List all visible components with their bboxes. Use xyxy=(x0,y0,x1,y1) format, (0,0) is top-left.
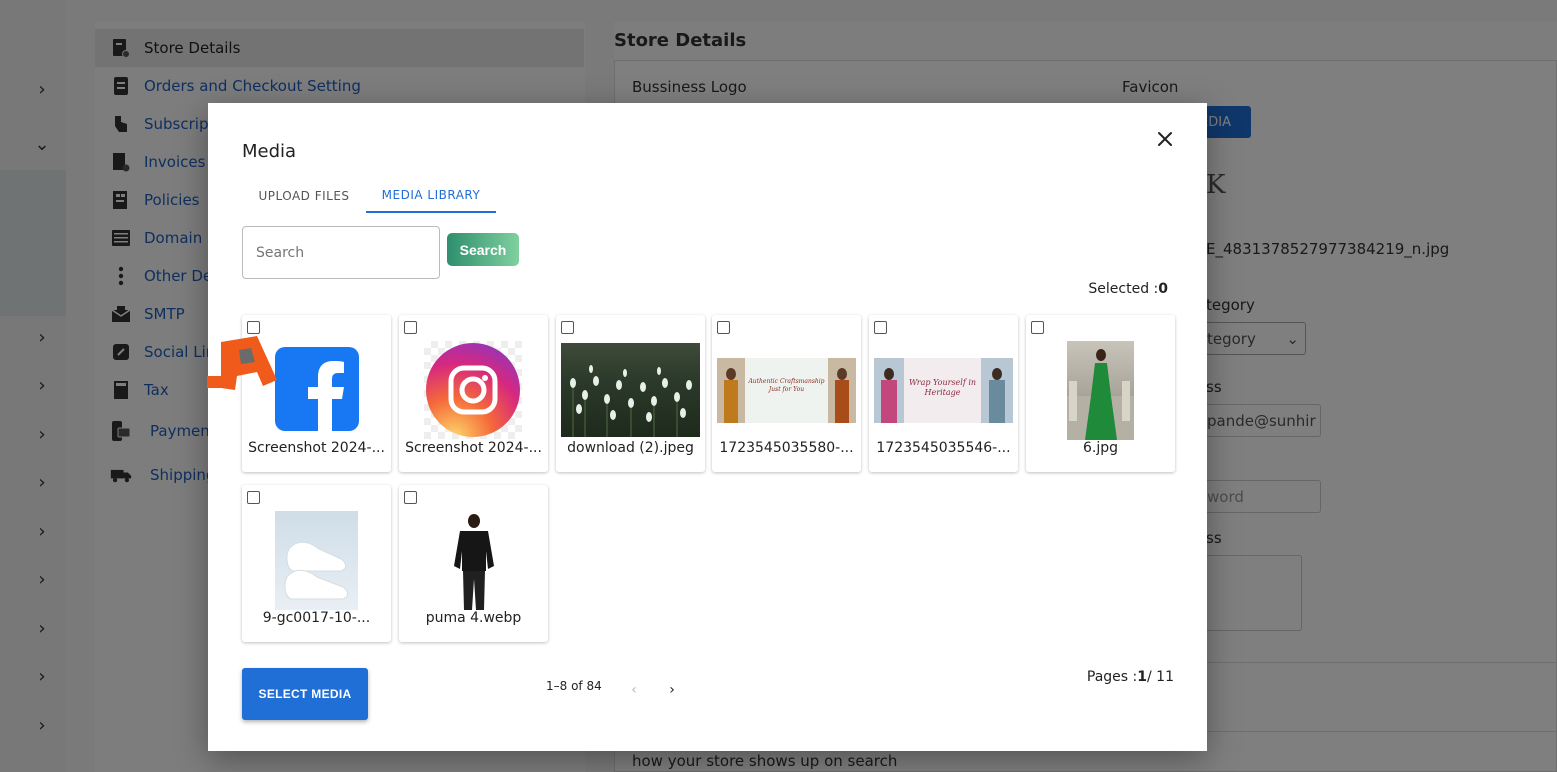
pages-label: Pages : xyxy=(1086,669,1138,685)
total-pages: / 11 xyxy=(1147,669,1174,685)
pagination-range: 1–8 of 84 xyxy=(546,679,602,693)
media-item-checkbox[interactable] xyxy=(874,321,887,334)
modal-title: Media xyxy=(242,141,297,162)
media-item-name: 9-gc0017-10-... xyxy=(262,610,371,626)
authentic-craftsmanship-banner-thumbnail: Authentic Craftsmanship Just for You xyxy=(717,358,856,423)
media-item[interactable]: download (2).jpeg xyxy=(556,315,705,472)
instagram-logo-thumbnail xyxy=(424,341,522,439)
media-item-checkbox[interactable] xyxy=(561,321,574,334)
media-item-checkbox[interactable] xyxy=(247,321,260,334)
media-item[interactable]: Wrap Yourself in Heritage 1723545035546-… xyxy=(869,315,1018,472)
chevron-right-icon: › xyxy=(669,682,675,698)
selected-count-value: 0 xyxy=(1158,281,1168,297)
selected-count: Selected :0 xyxy=(1008,281,1168,297)
media-item-name: 1723545035580-... xyxy=(719,440,854,456)
media-item-name: Screenshot 2024-... xyxy=(405,440,542,456)
media-item-name: 1723545035546-... xyxy=(876,440,1011,456)
media-item[interactable]: Authentic Craftsmanship Just for You 172… xyxy=(712,315,861,472)
banner-text: Wrap Yourself in Heritage xyxy=(908,378,977,397)
media-item-name: Screenshot 2024-... xyxy=(248,440,385,456)
media-item-checkbox[interactable] xyxy=(717,321,730,334)
media-item-checkbox[interactable] xyxy=(1031,321,1044,334)
media-item-checkbox[interactable] xyxy=(404,491,417,504)
media-item-checkbox[interactable] xyxy=(247,491,260,504)
close-button[interactable] xyxy=(1153,127,1177,151)
media-item-checkbox[interactable] xyxy=(404,321,417,334)
snowdrop-flowers-thumbnail xyxy=(561,343,700,437)
selected-label: Selected : xyxy=(1088,281,1159,297)
media-item-name: 6.jpg xyxy=(1082,440,1119,456)
chevron-left-icon: ‹ xyxy=(631,682,637,698)
facebook-logo-thumbnail xyxy=(275,347,359,431)
banner-text: Authentic Craftsmanship Just for You xyxy=(748,378,825,393)
tab-upload-files[interactable]: UPLOAD FILES xyxy=(242,179,366,213)
search-button[interactable]: Search xyxy=(447,233,519,266)
current-page: 1 xyxy=(1137,669,1148,685)
media-item[interactable]: 6.jpg xyxy=(1026,315,1175,472)
prev-page-button[interactable]: ‹ xyxy=(625,682,643,702)
wrap-yourself-heritage-banner-thumbnail: Wrap Yourself in Heritage xyxy=(874,358,1013,423)
media-item[interactable]: 9-gc0017-10-... xyxy=(242,485,391,642)
black-tracksuit-model-thumbnail xyxy=(440,511,507,610)
green-dress-model-thumbnail xyxy=(1067,341,1134,440)
select-media-button[interactable]: SELECT MEDIA xyxy=(242,668,368,720)
tab-media-library[interactable]: MEDIA LIBRARY xyxy=(366,179,496,213)
media-item-name: download (2).jpeg xyxy=(567,440,694,456)
white-sneakers-thumbnail xyxy=(275,511,358,610)
close-icon xyxy=(1158,132,1172,146)
media-item[interactable]: puma 4.webp xyxy=(399,485,548,642)
drag-cursor-icon xyxy=(207,336,279,406)
media-item-name: puma 4.webp xyxy=(425,610,522,626)
search-input[interactable] xyxy=(242,226,440,279)
media-modal: Media UPLOAD FILES MEDIA LIBRARY Search … xyxy=(208,103,1207,751)
next-page-button[interactable]: › xyxy=(663,682,681,702)
pages-indicator: Pages :1/ 11 xyxy=(1068,669,1174,685)
media-item[interactable]: Screenshot 2024-... xyxy=(399,315,548,472)
